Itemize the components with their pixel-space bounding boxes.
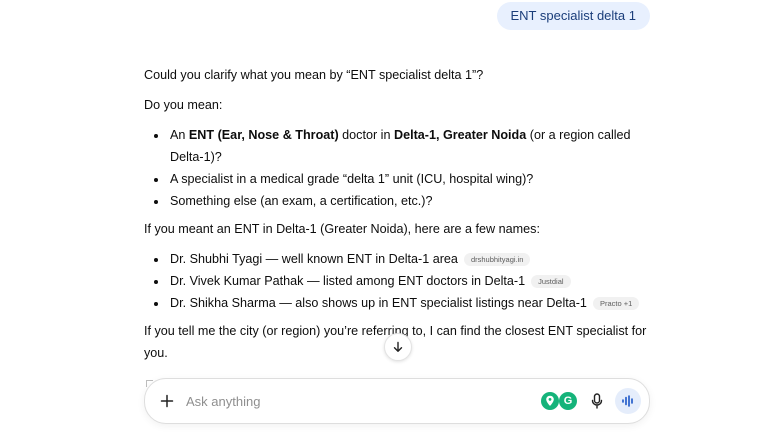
microphone-icon: [591, 393, 603, 409]
dictate-button[interactable]: [586, 390, 608, 412]
plus-icon: [160, 394, 174, 408]
option-text: An: [170, 128, 189, 142]
names-list: Dr. Shubhi Tyagi — well known ENT in Del…: [144, 248, 658, 314]
option-text: doctor in: [338, 128, 394, 142]
voice-mode-button[interactable]: [615, 388, 641, 414]
voice-waveform-icon: [622, 395, 633, 407]
option-item: A specialist in a medical grade “delta 1…: [168, 168, 658, 190]
composer: G: [144, 378, 650, 424]
reply-names-intro: If you meant an ENT in Delta-1 (Greater …: [144, 222, 540, 236]
grammarly-icon[interactable]: G: [559, 392, 577, 410]
map-pin-icon: [546, 395, 554, 406]
chat-page: ENT specialist delta 1 Could you clarify…: [0, 0, 768, 432]
option-bold: Delta-1, Greater Noida: [393, 128, 527, 142]
name-text: Dr. Shubhi Tyagi — well known ENT in Del…: [170, 252, 458, 266]
source-badge[interactable]: drshubhityagi.in: [463, 253, 531, 266]
assistant-reply: Could you clarify what you mean by “ENT …: [144, 64, 658, 372]
scroll-to-bottom-button[interactable]: [384, 333, 412, 361]
add-attachment-button[interactable]: [155, 389, 179, 413]
name-item: Dr. Vivek Kumar Pathak — listed among EN…: [168, 270, 658, 292]
option-item: Something else (an exam, a certification…: [168, 190, 658, 212]
source-badge[interactable]: Practo +1: [592, 297, 640, 310]
source-badge[interactable]: Justdial: [531, 275, 571, 288]
name-text: Dr. Vivek Kumar Pathak — listed among EN…: [170, 274, 526, 288]
user-message-bubble: ENT specialist delta 1: [496, 2, 650, 30]
prompt-input[interactable]: [186, 391, 516, 411]
option-bold: ENT (Ear, Nose & Throat): [188, 128, 339, 142]
arrow-down-icon: [393, 341, 403, 352]
reply-intro: Could you clarify what you mean by “ENT …: [144, 68, 484, 82]
grammarly-letter: G: [563, 395, 573, 407]
name-text: Dr. Shikha Sharma — also shows up in ENT…: [170, 296, 587, 310]
name-item: Dr. Shikha Sharma — also shows up in ENT…: [168, 292, 658, 314]
option-item: An ENT (Ear, Nose & Throat) doctor in De…: [168, 124, 658, 168]
options-list: An ENT (Ear, Nose & Throat) doctor in De…: [144, 124, 658, 212]
reply-do-you-mean: Do you mean:: [144, 98, 223, 112]
name-item: Dr. Shubhi Tyagi — well known ENT in Del…: [168, 248, 658, 270]
map-pin-extension-button[interactable]: [541, 392, 559, 410]
